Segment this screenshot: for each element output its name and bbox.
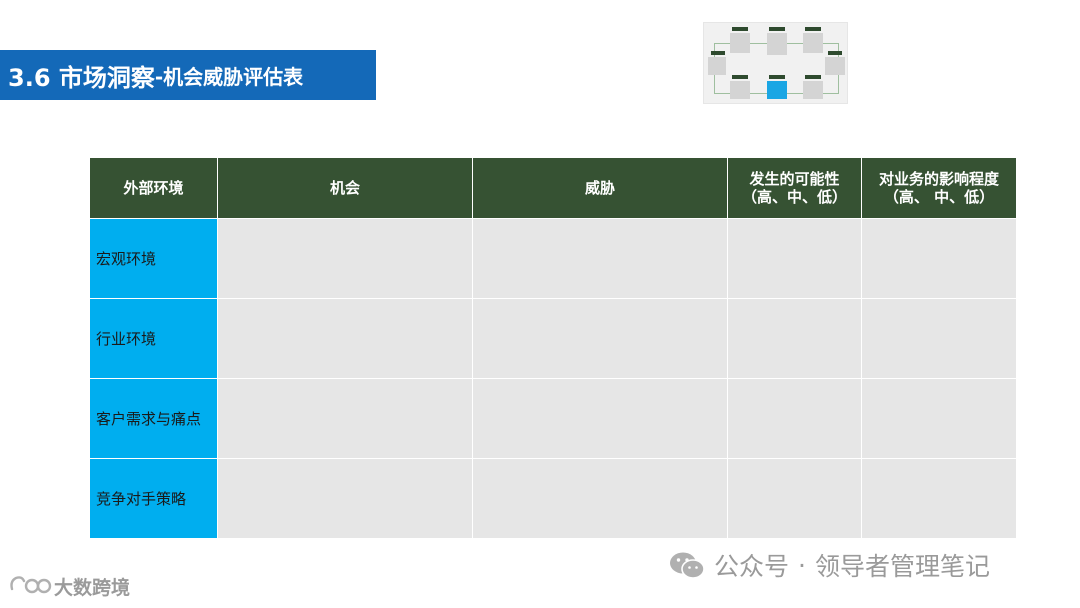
wechat-label: 公众号 <box>714 552 790 581</box>
table-row: 客户需求与痛点 <box>89 378 1017 459</box>
table-cell <box>217 298 473 379</box>
opportunity-threat-table: 外部环境 机会 威胁 发生的可能性（高、中、低） 对业务的影响程度（高、 中、低… <box>89 157 1017 539</box>
header-likelihood: 发生的可能性（高、中、低） <box>727 157 862 219</box>
table-row: 竞争对手策略 <box>89 458 1017 539</box>
header-threat: 威胁 <box>472 157 728 219</box>
table-cell <box>727 298 862 379</box>
table-cell <box>861 458 1017 539</box>
table-cell <box>472 218 728 299</box>
watermark-separator: · <box>798 550 806 580</box>
account-name: 领导者管理笔记 <box>814 552 990 581</box>
table-cell <box>217 218 473 299</box>
row-label-customer-needs: 客户需求与痛点 <box>89 378 218 459</box>
process-diagram-thumbnail <box>703 22 848 104</box>
brand-logo-icon <box>10 576 52 594</box>
table-cell <box>861 378 1017 459</box>
row-label-macro-environment: 宏观环境 <box>89 218 218 299</box>
header-opportunity: 机会 <box>217 157 473 219</box>
header-external-environment: 外部环境 <box>89 157 218 219</box>
table-cell <box>727 378 862 459</box>
table-row: 宏观环境 <box>89 218 1017 299</box>
row-label-industry-environment: 行业环境 <box>89 298 218 379</box>
table-cell <box>472 298 728 379</box>
table-cell <box>472 458 728 539</box>
wechat-watermark: 公众号 · 领导者管理笔记 <box>668 548 990 582</box>
table-cell <box>472 378 728 459</box>
brand-name: 大数跨境 <box>54 576 131 599</box>
table-row: 行业环境 <box>89 298 1017 379</box>
row-label-competitor-strategy: 竞争对手策略 <box>89 458 218 539</box>
table-cell <box>727 458 862 539</box>
header-business-impact: 对业务的影响程度（高、 中、低） <box>861 157 1017 219</box>
table-cell <box>861 218 1017 299</box>
slide-title-bar: 3.6 市场洞察 -机会威胁评估表 <box>0 50 376 100</box>
table-header-row: 外部环境 机会 威胁 发生的可能性（高、中、低） 对业务的影响程度（高、 中、低… <box>89 157 1017 219</box>
brand-watermark: 大数跨境 <box>8 571 130 601</box>
table-cell <box>861 298 1017 379</box>
slide-title-sub: -机会威胁评估表 <box>154 64 304 89</box>
table-cell <box>727 218 862 299</box>
table-cell <box>217 378 473 459</box>
slide-title-main: 3.6 市场洞察 <box>8 63 155 92</box>
table-cell <box>217 458 473 539</box>
wechat-icon <box>670 552 705 579</box>
